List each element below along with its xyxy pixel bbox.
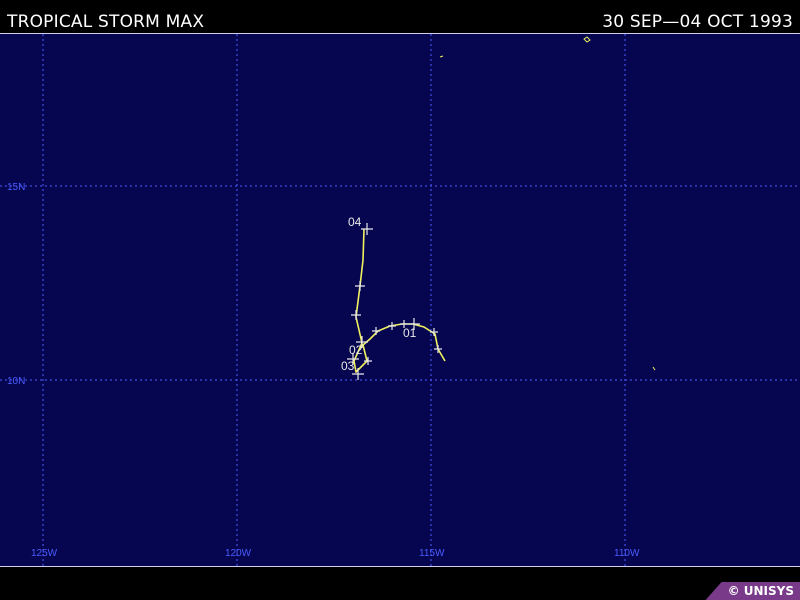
day-label-03: 03 — [341, 359, 355, 373]
map-svg: 125W 120W 115W 110W 15N 10N 04 01 02 03 — [0, 34, 800, 566]
marker-start — [434, 345, 442, 353]
marker-03-c — [351, 310, 361, 320]
footer-bar — [0, 567, 800, 600]
marker-01-e — [372, 327, 380, 335]
island-clarion — [583, 36, 591, 43]
marker-04 — [361, 223, 373, 235]
marker-04-b — [355, 281, 365, 291]
lon-label-115w: 115W — [419, 548, 445, 559]
island-small-north — [439, 55, 444, 58]
unisys-badge: © UNISYS — [705, 582, 800, 600]
lon-label-125w: 125W — [31, 548, 58, 559]
day-label-04: 04 — [348, 215, 362, 229]
islands — [439, 36, 656, 371]
track-map: 125W 120W 115W 110W 15N 10N 04 01 02 03 — [0, 33, 800, 567]
date-range: 30 SEP—04 OCT 1993 — [602, 12, 793, 32]
gridlines — [0, 34, 800, 566]
lon-label-120w: 120W — [225, 548, 252, 559]
storm-title: TROPICAL STORM MAX — [7, 12, 205, 32]
lat-label-10n: 10N — [7, 376, 25, 387]
day-label-02: 02 — [349, 343, 363, 357]
lon-label-110w: 110W — [614, 548, 640, 559]
lat-label-15n: 15N — [7, 182, 25, 193]
marker-01-d — [388, 322, 396, 330]
header-bar: TROPICAL STORM MAX 30 SEP—04 OCT 1993 — [0, 0, 800, 33]
day-label-01: 01 — [403, 326, 417, 340]
island-small-east — [652, 366, 656, 371]
